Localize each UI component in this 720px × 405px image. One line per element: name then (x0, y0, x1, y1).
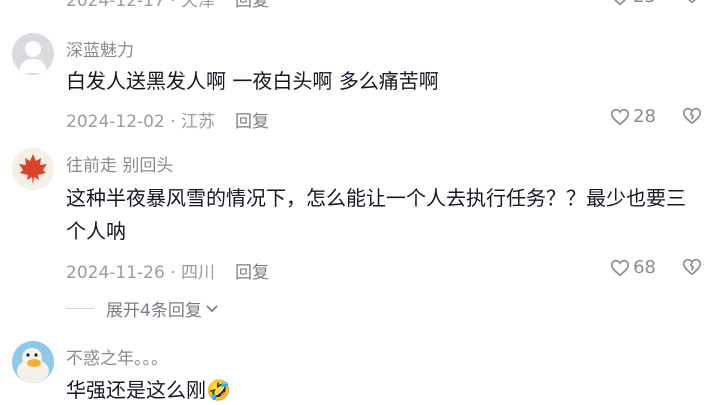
avatar[interactable] (12, 341, 54, 383)
default-user-icon (12, 33, 54, 75)
expand-replies-label: 展开4条回复 (106, 301, 202, 321)
broken-heart-icon (682, 258, 701, 275)
heart-icon (611, 259, 630, 276)
reply-button[interactable]: 回复 (235, 107, 269, 132)
comment-meta: 2024-12-17 · 天津 回复 (66, 0, 269, 11)
avatar[interactable] (12, 148, 54, 190)
like-count: 68 (633, 257, 656, 278)
comment-text: 白发人送黑发人啊 一夜白头啊 多么痛苦啊 (66, 69, 439, 93)
dislike-button[interactable] (682, 0, 702, 8)
comment-username[interactable]: 往前走 别回头 (66, 151, 173, 176)
comment-meta: 2024-12-02 · 江苏 回复 (66, 107, 269, 132)
comment-list: 2024-12-17 · 天津 回复 25 深蓝魅力 白发人送黑发人啊 一夜白头… (0, 0, 720, 405)
like-count: 25 (633, 0, 656, 7)
comment-date-location: 2024-11-26 · 四川 (66, 263, 216, 283)
comment-username[interactable]: 不惑之年。。。 (66, 344, 168, 369)
dislike-button[interactable] (682, 107, 702, 129)
laughing-emoji-icon: 🤣 (206, 378, 231, 402)
broken-heart-icon (688, 0, 696, 3)
like-button[interactable]: 68 (610, 257, 656, 278)
like-button[interactable]: 28 (610, 106, 656, 127)
comment-meta: 2024-11-26 · 四川 回复 (66, 258, 269, 283)
avatar[interactable] (12, 33, 54, 75)
comment-text: 华强还是这么刚🤣 (66, 374, 696, 405)
reply-button[interactable]: 回复 (235, 258, 269, 283)
expand-replies-button[interactable]: 展开4条回复 (66, 296, 219, 321)
heart-icon (614, 0, 626, 5)
divider-line (66, 308, 94, 309)
comment-date-location: 2024-12-02 · 江苏 (66, 112, 216, 132)
comment-date-location: 2024-12-17 · 天津 (66, 0, 216, 11)
maple-leaf-icon (12, 148, 54, 190)
chevron-down-icon (206, 304, 218, 312)
like-count: 28 (633, 106, 656, 127)
comment-text-content: 华强还是这么刚 (66, 378, 206, 402)
dislike-button[interactable] (682, 258, 702, 280)
broken-heart-icon (682, 107, 701, 124)
comment-text: 这种半夜暴风雪的情况下，怎么能让一个人去执行任务？？最少也要三个人呐 (66, 186, 686, 243)
duck-avatar-icon (12, 341, 54, 383)
like-button[interactable]: 25 (610, 0, 656, 7)
reply-button[interactable]: 回复 (235, 0, 269, 11)
comment-username[interactable]: 深蓝魅力 (66, 36, 134, 61)
heart-icon (611, 108, 630, 125)
